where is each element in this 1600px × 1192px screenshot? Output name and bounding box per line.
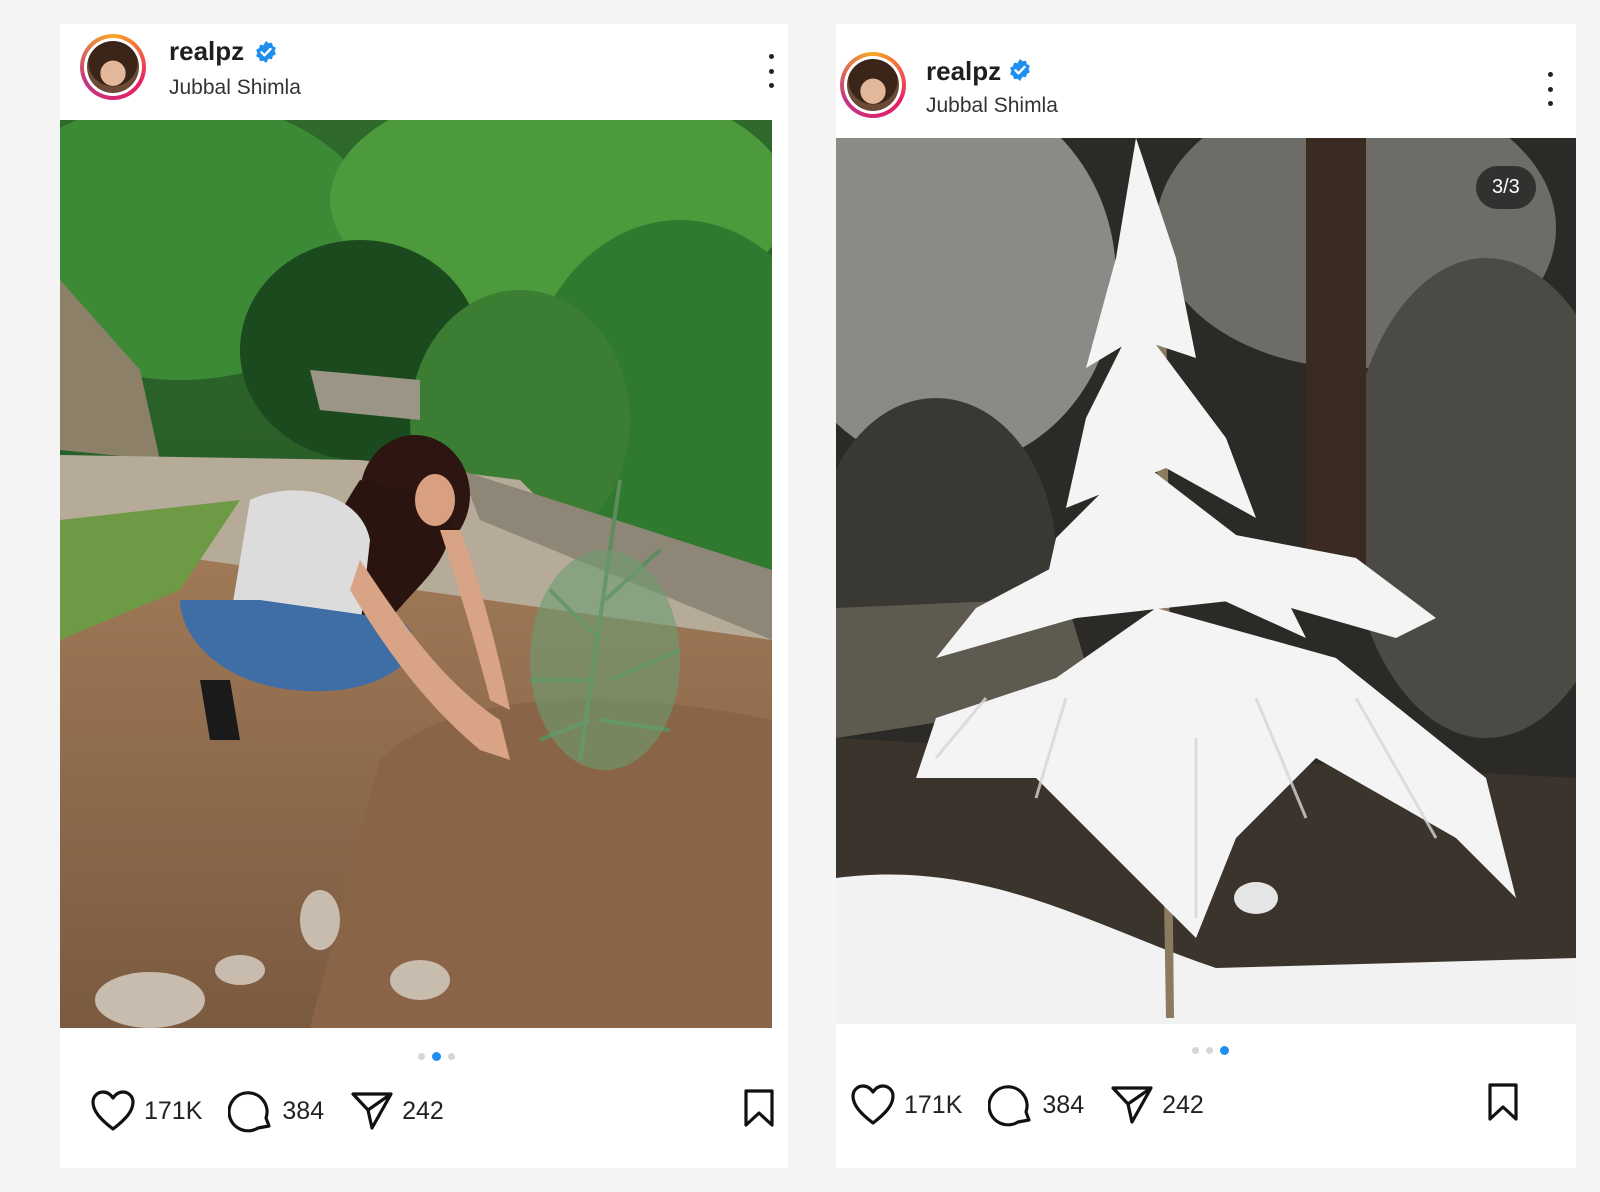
image-counter: 3/3 [1476,166,1536,209]
share-icon [1111,1086,1153,1124]
instagram-post-2: realpz Jubbal Shimla 3/3 171K 384 242 [836,24,1576,1168]
like-button[interactable]: 171K [850,1083,962,1127]
carousel-dot-active [432,1052,441,1061]
share-count: 242 [1162,1090,1204,1119]
like-button[interactable]: 171K [90,1089,202,1133]
location-label[interactable]: Jubbal Shimla [926,94,1058,118]
username[interactable]: realpz [926,56,1001,87]
snow-tree-photo [836,138,1576,1024]
action-bar: 171K 384 242 [850,1082,1230,1128]
more-options-icon[interactable] [1545,72,1555,106]
profile-photo [87,41,139,93]
avatar[interactable] [840,52,906,118]
heart-icon [851,1084,895,1125]
comment-icon [988,1085,1031,1127]
share-icon [351,1092,393,1130]
carousel-dot [1192,1047,1199,1054]
post-photo[interactable] [60,120,772,1028]
action-bar: 171K 384 242 [90,1088,470,1134]
comment-count: 384 [282,1096,325,1125]
instagram-post-1: realpz Jubbal Shimla 171K 384 242 [60,24,788,1168]
bookmark-icon[interactable] [742,1088,776,1128]
carousel-dot [448,1053,455,1060]
carousel-dot-active [1220,1046,1229,1055]
carousel-indicator [418,1052,455,1061]
planting-photo [60,120,772,1028]
carousel-dot [1206,1047,1213,1054]
verified-badge-icon [1010,59,1030,81]
comment-button[interactable]: 384 [988,1082,1084,1128]
bookmark-icon[interactable] [1486,1082,1520,1122]
carousel-indicator [1192,1046,1229,1055]
more-options-icon[interactable] [766,54,776,88]
post-photo[interactable]: 3/3 [836,138,1576,1024]
location-label[interactable]: Jubbal Shimla [169,76,301,100]
like-count: 171K [904,1090,963,1119]
username[interactable]: realpz [169,36,244,67]
avatar[interactable] [80,34,146,100]
comment-icon [228,1091,271,1133]
comment-button[interactable]: 384 [228,1088,324,1134]
comment-count: 384 [1042,1090,1085,1119]
share-button[interactable]: 242 [350,1090,444,1132]
like-count: 171K [144,1096,203,1125]
profile-photo [847,59,899,111]
heart-icon [91,1090,135,1131]
verified-badge-icon [256,41,276,63]
carousel-dot [418,1053,425,1060]
share-count: 242 [402,1096,444,1125]
share-button[interactable]: 242 [1110,1084,1204,1126]
